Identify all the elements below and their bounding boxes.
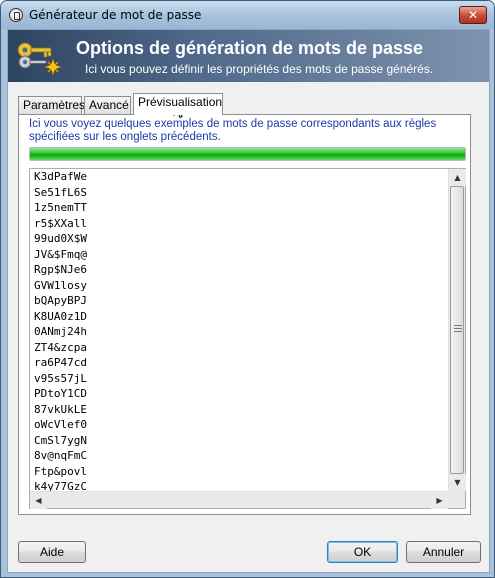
password-list-item[interactable]: r5$XXall (34, 216, 444, 232)
password-list-item[interactable]: v95s57jL (34, 371, 444, 387)
password-list-item[interactable]: GVW1losy (34, 278, 444, 294)
header-banner: Options de génération de mots de passe I… (8, 30, 489, 82)
preview-description: Ici vous voyez quelques exemples de mots… (29, 118, 437, 143)
password-list-item[interactable]: ra6P47cd (34, 355, 444, 371)
scroll-up-icon[interactable]: ▲ (449, 169, 466, 186)
scroll-thumb[interactable] (450, 186, 464, 474)
password-list-item[interactable]: ZT4&zcpa (34, 340, 444, 356)
dialog-client-area: Options de génération de mots de passe I… (7, 29, 490, 573)
banner-subtitle: Ici vous pouvez définir les propriétés d… (85, 62, 434, 76)
password-list-items[interactable]: K3dPafWe Se51fL6S 1z5nemTT r5$XXall 99ud0X$W… (34, 169, 444, 491)
password-list-item[interactable]: PDtoY1CD (34, 386, 444, 402)
password-list-item[interactable]: JV&$Fmq@ (34, 247, 444, 263)
password-list-item[interactable]: K3dPafWe (34, 169, 444, 185)
ok-button[interactable]: OK (327, 541, 398, 563)
password-list-item[interactable]: 99ud0X$W (34, 231, 444, 247)
banner-title: Options de génération de mots de passe (76, 38, 424, 58)
generation-progress-bar (29, 147, 466, 161)
keys-sparkle-icon (17, 42, 62, 76)
password-list-item[interactable]: oWcVlef0 (34, 417, 444, 433)
password-preview-list[interactable]: K3dPafWe Se51fL6S 1z5nemTT r5$XXall 99ud0X$W… (29, 168, 466, 509)
window-title: Générateur de mot de passe (29, 8, 202, 22)
password-list-item[interactable]: bQApyBPJ (34, 293, 444, 309)
help-button[interactable]: Aide (18, 541, 86, 563)
password-list-item[interactable]: Se51fL6S (34, 185, 444, 201)
tab-previsualisation[interactable]: Prévisualisation (133, 93, 223, 115)
password-list-item[interactable]: Rgp$NJe6 (34, 262, 444, 278)
password-list-item[interactable]: 1z5nemTT (34, 200, 444, 216)
vertical-scrollbar[interactable]: ▲ ▼ (448, 169, 466, 491)
scroll-down-icon[interactable]: ▼ (449, 474, 466, 491)
tab-parametres[interactable]: Paramètres (18, 96, 85, 114)
password-list-item[interactable]: 8v@nqFmC (34, 448, 444, 464)
password-generator-window: Générateur de mot de passe ✕ Options de … (0, 0, 495, 578)
lock-icon (9, 8, 23, 22)
password-list-item[interactable]: CmSl7ygN (34, 433, 444, 449)
password-list-item[interactable]: 0ANmj24h (34, 324, 444, 340)
password-list-item[interactable]: K8UA0z1D (34, 309, 444, 325)
tab-avance[interactable]: Avancé (84, 96, 131, 114)
progress-fill (30, 148, 465, 160)
title-bar[interactable]: Générateur de mot de passe ✕ (1, 1, 494, 29)
password-list-item[interactable]: k4y77GzC (34, 479, 444, 491)
password-list-item[interactable]: Ftp&povl (34, 464, 444, 480)
cancel-button[interactable]: Annuler (406, 541, 481, 563)
preview-panel: Ici vous voyez quelques exemples de mots… (18, 114, 471, 515)
horizontal-scrollbar[interactable]: ◀ ▶ (30, 491, 448, 509)
scroll-right-icon[interactable]: ▶ (431, 492, 448, 509)
password-list-item[interactable]: 87vkUkLE (34, 402, 444, 418)
close-button[interactable]: ✕ (459, 6, 487, 24)
grip-icon (454, 325, 462, 332)
scrollbar-corner (448, 491, 465, 508)
scroll-left-icon[interactable]: ◀ (30, 492, 47, 509)
